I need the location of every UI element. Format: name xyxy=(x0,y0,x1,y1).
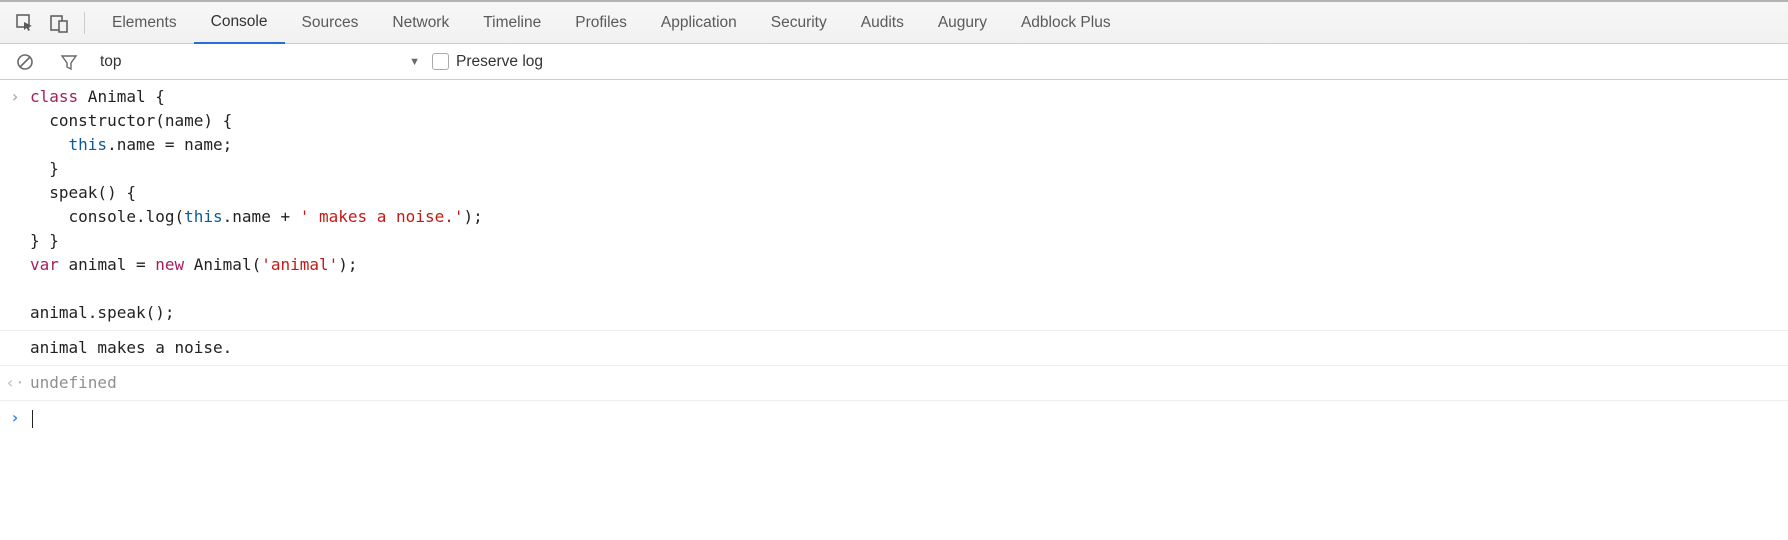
device-toolbar-icon[interactable] xyxy=(46,10,72,36)
tab-adblock[interactable]: Adblock Plus xyxy=(1004,2,1128,44)
inspect-element-icon[interactable] xyxy=(12,10,38,36)
console-toolbar: top ▼ Preserve log xyxy=(0,44,1788,80)
tab-sources[interactable]: Sources xyxy=(285,2,376,44)
clear-console-icon[interactable] xyxy=(12,49,38,75)
chevron-down-icon: ▼ xyxy=(409,56,420,68)
console-prompt-row[interactable]: › xyxy=(0,401,1788,435)
preserve-log-label: Preserve log xyxy=(456,53,543,71)
devtools-tab-bar: Elements Console Sources Network Timelin… xyxy=(0,2,1788,44)
tab-network[interactable]: Network xyxy=(375,2,466,44)
checkbox-box xyxy=(432,53,449,70)
execution-context-selector[interactable]: top ▼ xyxy=(100,53,420,71)
tab-application[interactable]: Application xyxy=(644,2,754,44)
preserve-log-checkbox[interactable]: Preserve log xyxy=(432,53,543,71)
input-marker-icon: › xyxy=(0,85,30,109)
text-cursor xyxy=(32,410,33,428)
console-log-text: animal makes a noise. xyxy=(30,336,1788,360)
tab-augury[interactable]: Augury xyxy=(921,2,1004,44)
prompt-marker-icon: › xyxy=(0,406,30,430)
tab-security[interactable]: Security xyxy=(754,2,844,44)
filter-icon[interactable] xyxy=(56,49,82,75)
context-label: top xyxy=(100,53,122,71)
tab-profiles[interactable]: Profiles xyxy=(558,2,644,44)
console-input-entry: › class Animal { constructor(name) { thi… xyxy=(0,80,1788,331)
console-output-area: › class Animal { constructor(name) { thi… xyxy=(0,80,1788,435)
console-input[interactable] xyxy=(30,406,1788,430)
return-marker-icon: ‹· xyxy=(0,371,30,395)
console-log-entry: animal makes a noise. xyxy=(0,331,1788,366)
tab-audits[interactable]: Audits xyxy=(844,2,921,44)
tab-console[interactable]: Console xyxy=(194,2,285,44)
tab-timeline[interactable]: Timeline xyxy=(466,2,558,44)
tab-elements[interactable]: Elements xyxy=(95,2,194,44)
console-code-block[interactable]: class Animal { constructor(name) { this.… xyxy=(30,85,1788,325)
console-return-value: undefined xyxy=(30,371,1788,395)
tab-separator xyxy=(84,12,85,34)
console-return-entry: ‹· undefined xyxy=(0,366,1788,401)
